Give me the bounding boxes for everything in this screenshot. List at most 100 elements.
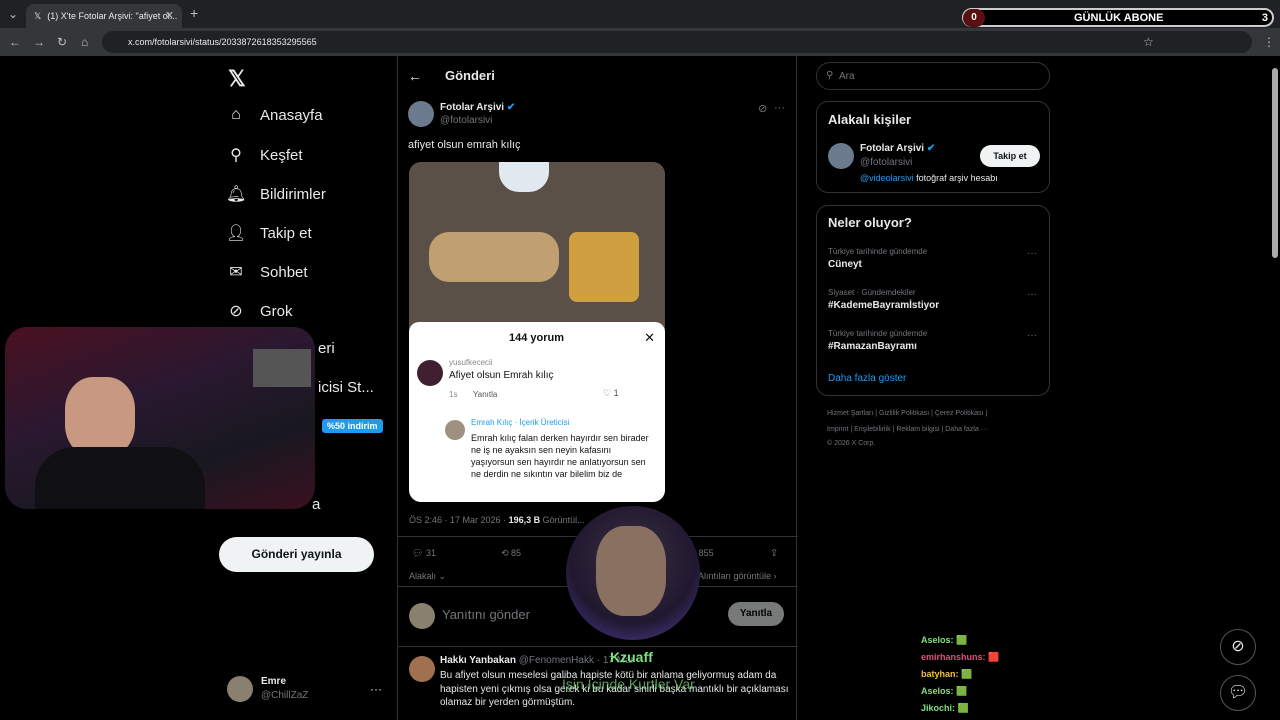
nav-creator[interactable]: icisi St... (318, 379, 374, 396)
my-avatar (409, 603, 435, 629)
comments-panel: 144 yorum ✕ yusufkececii Afiyet olsun Em… (409, 322, 665, 502)
sort-dropdown[interactable]: Alakalı ⌄ (409, 571, 446, 582)
reply-action[interactable]: 💬︎ 31 (412, 548, 436, 559)
nav-chat[interactable]: ✉ Sohbet (226, 262, 307, 282)
nav-follow[interactable]: 👤︎ Takip et (226, 223, 312, 243)
bookmark-icon[interactable]: ☆ (1143, 35, 1154, 49)
quotes-link[interactable]: Alıntıları görüntüle › (698, 571, 777, 581)
comment-reply[interactable]: Yanıtla (473, 390, 497, 399)
account-name: Emre (261, 676, 287, 687)
chat-line: Jikochi: 🟩 (921, 703, 969, 714)
footer-links[interactable]: Hizmet Şartları | Gizlilik Politikası | … (827, 410, 987, 417)
reply-user-name[interactable]: Hakkı Yanbakan (440, 655, 516, 666)
related-card: Alakalı kişiler Fotolar Arşivi ✔ @fotola… (816, 101, 1050, 193)
nav-lists[interactable]: eri (318, 340, 335, 357)
trend-more-icon[interactable]: ··· (1027, 289, 1037, 300)
nav-label: Anasayfa (260, 106, 323, 124)
wrap-image (429, 232, 559, 282)
back-arrow-icon[interactable]: ← (408, 68, 422, 84)
related-bio: @videolarsivi fotoğraf arşiv hesabı (860, 173, 998, 183)
more-icon[interactable]: ··· (774, 102, 785, 114)
nav-explore[interactable]: ⚲ Keşfet (226, 145, 303, 165)
comments-count: 144 yorum (509, 332, 565, 344)
messages-fab-icon[interactable]: 💬︎ (1220, 675, 1256, 711)
nav-grok[interactable]: ⊘ Grok (226, 301, 293, 321)
bell-icon: 🔔︎ (226, 186, 247, 203)
related-title: Alakalı kişiler (828, 112, 912, 127)
share-icon[interactable]: ⇪ (770, 548, 778, 559)
home-icon[interactable]: ⌂ (81, 35, 88, 49)
streamer-face (65, 377, 135, 457)
comment-time: 1s (449, 390, 458, 399)
follow-button[interactable]: Takip et (980, 145, 1040, 167)
cup-image (499, 162, 549, 192)
reload-icon[interactable]: ↻ (57, 35, 67, 49)
nav-more[interactable]: a (312, 496, 320, 513)
add-user-icon: 👤︎ (226, 225, 247, 242)
footer-links[interactable]: Imprint | Erişilebilirlik | Reklam bilgi… (827, 426, 988, 433)
page-title: Gönderi (445, 68, 495, 83)
author-avatar[interactable] (408, 101, 434, 127)
mini-preview (253, 349, 311, 387)
nav-label: Grok (260, 302, 293, 320)
grok-icon[interactable]: ⊘ (758, 102, 767, 115)
address-bar: ← → ↻ ⌂ x.com/fotolarsivi/status/2033872… (0, 28, 1280, 56)
tab-menu-icon[interactable]: ⌄ (8, 7, 18, 21)
chat-user: Aselos: (921, 686, 954, 696)
chat-user: emirhanshuns: (921, 652, 986, 662)
repost-action[interactable]: ⟲ 85 (501, 548, 521, 559)
timestamp-text: ÖS 2:46 · 17 Mar 2026 · (409, 515, 509, 525)
x-logo-icon[interactable]: 𝕏 (228, 66, 246, 92)
nav-home[interactable]: ⌂ Anasayfa (226, 106, 323, 124)
account-handle: @ChillZaZ (261, 690, 309, 701)
grok-fab-icon[interactable]: ⊘ (1220, 629, 1256, 665)
close-icon[interactable]: ✕ (644, 330, 655, 346)
author-handle: @fotolarsivi (440, 115, 493, 126)
nav-notifications[interactable]: 🔔︎ Bildirimler (226, 184, 326, 204)
scrollbar-thumb[interactable] (1272, 68, 1278, 258)
trend-sub: Türkiye tarihinde gündemde (828, 329, 928, 338)
copyright: © 2026 X Corp. (827, 440, 876, 447)
close-tab-icon[interactable]: ✕ (165, 9, 174, 22)
search-placeholder: Ara (839, 71, 855, 82)
reply-text: Emrah kılıç falan derken hayırdır sen bi… (471, 433, 649, 480)
trends-title: Neler oluyor? (828, 215, 912, 230)
browser-menu-icon[interactable]: ⋮ (1263, 35, 1275, 49)
comment-like[interactable]: ♡ 1 (603, 388, 619, 399)
chat-emote: 🟩 (956, 635, 968, 645)
chat-line: batyhan: 🟩 (921, 669, 972, 680)
trend-title[interactable]: Cüneyt (828, 259, 862, 270)
url-field[interactable]: x.com/fotolarsivi/status/203387261835329… (102, 31, 1252, 53)
cam-caption: Kzuaff (610, 649, 653, 665)
reply-button[interactable]: Yanıtla (728, 602, 784, 626)
back-icon[interactable]: ← (9, 35, 21, 49)
trend-sub: Siyaset · Gündemdekiler (828, 288, 916, 297)
trend-title[interactable]: #RamazanBayramı (828, 341, 917, 352)
account-more-icon[interactable]: ··· (370, 682, 382, 696)
commenter-name: yusufkececii (449, 358, 493, 367)
browser-tab[interactable]: 𝕏 (1) X'te Fotolar Arşivi: "afiyet ol...… (26, 4, 182, 28)
reply-user-avatar[interactable] (409, 656, 435, 682)
author-name[interactable]: Fotolar Arşivi ✔ (440, 102, 515, 113)
trend-more-icon[interactable]: ··· (1027, 330, 1037, 341)
scrollbar[interactable] (1270, 58, 1280, 720)
related-avatar[interactable] (828, 143, 854, 169)
trend-title[interactable]: #KademeBayramİstiyor (828, 300, 939, 311)
trend-more-icon[interactable]: ··· (1027, 248, 1037, 259)
bio-link[interactable]: @videolarsivi (860, 173, 914, 183)
search-input[interactable]: ⚲ Ara (816, 62, 1050, 90)
account-avatar[interactable] (227, 676, 253, 702)
related-name[interactable]: Fotolar Arşivi ✔ (860, 143, 935, 154)
post-button[interactable]: Gönderi yayınla (219, 537, 374, 572)
post-media[interactable]: 144 yorum ✕ yusufkececii Afiyet olsun Em… (409, 162, 665, 502)
nav-label: Keşfet (260, 146, 303, 164)
reposts-count: 85 (511, 548, 522, 558)
x-favicon-icon: 𝕏 (34, 10, 42, 21)
related-handle: @fotolarsivi (860, 157, 913, 168)
views-count: 196,3 B (508, 515, 541, 525)
reply-input[interactable]: Yanıtını gönder (442, 607, 530, 622)
forward-icon[interactable]: → (33, 35, 45, 49)
show-more-link[interactable]: Daha fazla göster (828, 373, 906, 384)
grok-icon: ⊘ (229, 303, 243, 320)
new-tab-icon[interactable]: + (190, 5, 198, 21)
